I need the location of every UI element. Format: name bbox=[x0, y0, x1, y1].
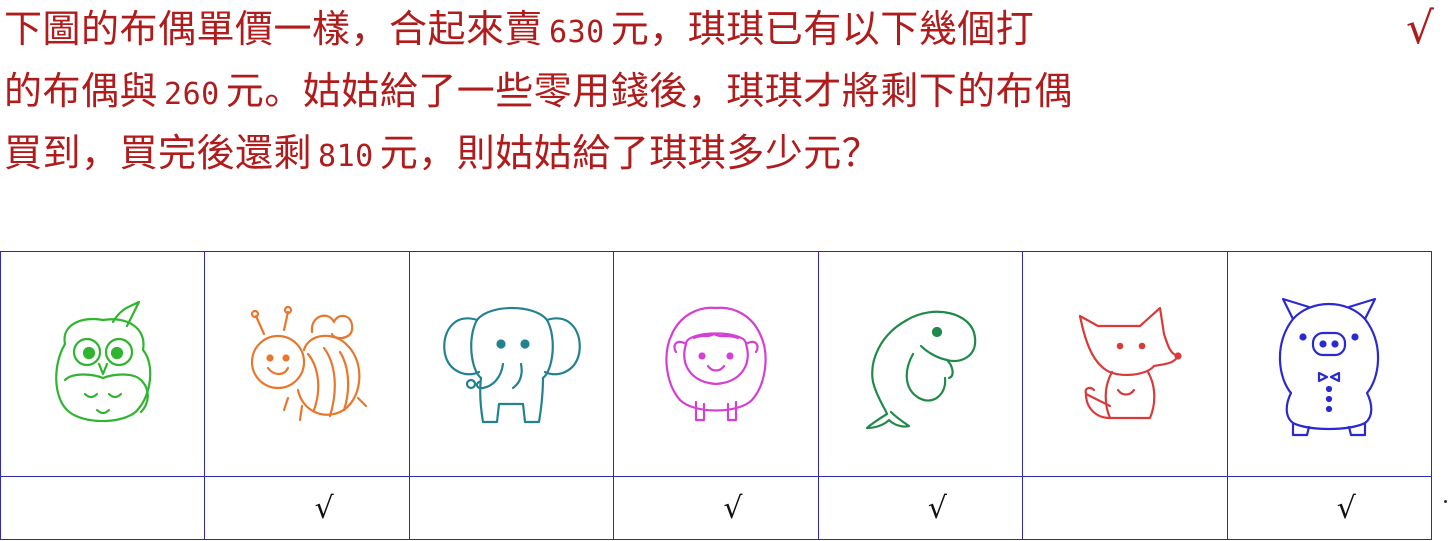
check-mark-icon: √ bbox=[314, 490, 334, 526]
fox-icon bbox=[1078, 306, 1182, 420]
initial-money: 260 bbox=[164, 77, 220, 112]
toy-table: √ √ √ √ bbox=[0, 251, 1433, 540]
question-line-3: 買到，買完後還剩 810 元，則姑姑給了琪琪多少元？ bbox=[4, 131, 881, 175]
sheep-icon bbox=[665, 306, 767, 422]
check-cell-pig: √ bbox=[1226, 476, 1433, 540]
check-cell-bee: √ bbox=[204, 476, 410, 540]
check-row: √ √ √ √ bbox=[0, 476, 1433, 540]
toy-cell-whale bbox=[817, 251, 1024, 477]
question-line-2: 的布偶與 260 元。姑姑給了一些零用錢後，琪琪才將剩下的布偶 bbox=[4, 69, 1073, 113]
toy-cell-fox bbox=[1022, 251, 1228, 477]
check-cell-sheep: √ bbox=[613, 476, 819, 540]
whale-icon bbox=[866, 310, 977, 430]
remaining-money: 810 bbox=[318, 139, 374, 174]
check-cell-whale: √ bbox=[817, 476, 1024, 540]
question-line-1: 下圖的布偶單價一樣，合起來賣 630 元，琪琪已有以下幾個打 bbox=[4, 7, 1035, 51]
check-mark-icon: √ bbox=[723, 490, 743, 526]
owl-icon bbox=[54, 300, 152, 423]
pig-icon bbox=[1279, 297, 1380, 437]
check-mark-icon: √ bbox=[1336, 490, 1356, 526]
toy-cell-pig bbox=[1226, 251, 1433, 477]
toy-pictures-row bbox=[0, 251, 1433, 477]
check-mark-icon: √ bbox=[1406, 3, 1435, 54]
elephant-icon bbox=[442, 306, 581, 424]
toy-cell-bee bbox=[204, 251, 410, 477]
toy-cell-owl bbox=[0, 251, 206, 477]
toy-cell-sheep bbox=[613, 251, 819, 477]
stray-dot bbox=[1444, 500, 1447, 503]
total-price: 630 bbox=[549, 15, 605, 50]
check-mark-icon: √ bbox=[927, 490, 947, 526]
question-text: 下圖的布偶單價一樣，合起來賣 630 元，琪琪已有以下幾個打 的布偶與 260 元。姑姑… bbox=[4, 0, 1404, 186]
check-cell-fox bbox=[1022, 476, 1228, 540]
toy-cell-elephant bbox=[408, 251, 615, 477]
bee-icon bbox=[251, 305, 368, 422]
check-cell-owl bbox=[0, 476, 206, 540]
check-cell-elephant bbox=[408, 476, 615, 540]
